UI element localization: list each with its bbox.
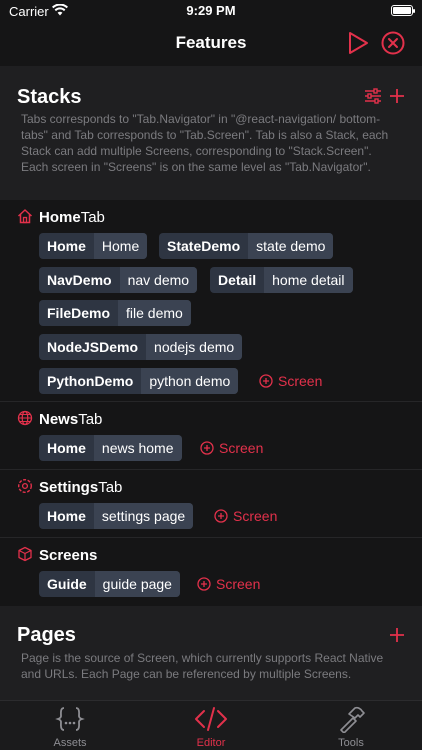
tab-tools[interactable]: Tools	[311, 705, 391, 749]
plus-circle-icon	[200, 441, 214, 455]
screens-group: Screens Guide guide page Screen	[0, 538, 422, 604]
pages-section-header: Pages Page is the source of Screen, whic…	[0, 606, 422, 700]
cube-icon	[18, 546, 32, 562]
status-bar: Carrier 9:29 PM	[0, 0, 422, 24]
stacks-section-header: Stacks Tabs corresponds to "Tab.Navigato…	[0, 66, 422, 200]
plus-circle-icon	[197, 577, 211, 591]
tab-home: HomeTab Home Home StateDemo state demo Nav…	[0, 200, 422, 400]
add-page-icon[interactable]	[389, 627, 405, 643]
home-icon	[17, 209, 33, 224]
add-screen-button[interactable]: Screen	[214, 505, 277, 527]
add-tab-icon[interactable]	[389, 88, 405, 104]
tab-assets[interactable]: Assets	[30, 705, 110, 749]
close-circle-icon[interactable]	[381, 31, 405, 55]
nav-header: Features	[0, 24, 422, 64]
tab-settings: SettingsTab Home settings page Screen	[0, 470, 422, 536]
stacks-title: Stacks	[17, 86, 82, 108]
gear-icon	[17, 478, 33, 494]
screen-chip[interactable]: Home settings page	[39, 503, 194, 529]
screen-chip[interactable]: FileDemo file demo	[39, 300, 191, 326]
screen-chip[interactable]: Home Home	[39, 233, 148, 259]
screen-chip[interactable]: StateDemo state demo	[159, 233, 334, 259]
screen-chip[interactable]: NodeJSDemo nodejs demo	[39, 334, 243, 360]
screen-chip[interactable]: PythonDemo python demo	[39, 368, 239, 394]
add-screen-button[interactable]: Screen	[259, 370, 322, 392]
plus-circle-icon	[259, 374, 273, 388]
screens-group-label[interactable]: Screens	[17, 546, 97, 564]
tab-news: NewsTab Home news home Screen	[0, 402, 422, 468]
play-icon[interactable]	[346, 30, 370, 56]
pages-description: Page is the source of Screen, which curr…	[21, 651, 384, 681]
globe-icon	[17, 410, 33, 426]
screen-chip[interactable]: Home news home	[39, 435, 182, 461]
battery-icon	[391, 5, 415, 16]
screen-chip[interactable]: Detail home detail	[210, 267, 353, 293]
tab-editor[interactable]: Editor	[171, 705, 251, 749]
screen-chip[interactable]: NavDemo nav demo	[39, 267, 198, 293]
tab-home-label[interactable]: HomeTab	[17, 208, 105, 226]
add-screen-button[interactable]: Screen	[200, 437, 263, 459]
stacks-description: Tabs corresponds to "Tab.Navigator" in "…	[21, 112, 389, 174]
screen-chip[interactable]: Guide guide page	[39, 571, 180, 597]
braces-icon	[55, 707, 85, 731]
pages-title: Pages	[17, 624, 76, 646]
add-screen-button[interactable]: Screen	[197, 573, 260, 595]
hammer-icon	[340, 706, 365, 733]
code-icon	[195, 707, 227, 731]
sliders-icon[interactable]	[364, 88, 382, 104]
plus-circle-icon	[214, 509, 228, 523]
clock: 9:29 PM	[186, 3, 236, 18]
tab-news-label[interactable]: NewsTab	[17, 410, 102, 428]
bottom-tab-bar: Assets Editor Tools	[0, 700, 422, 750]
tab-settings-label[interactable]: SettingsTab	[17, 478, 122, 496]
